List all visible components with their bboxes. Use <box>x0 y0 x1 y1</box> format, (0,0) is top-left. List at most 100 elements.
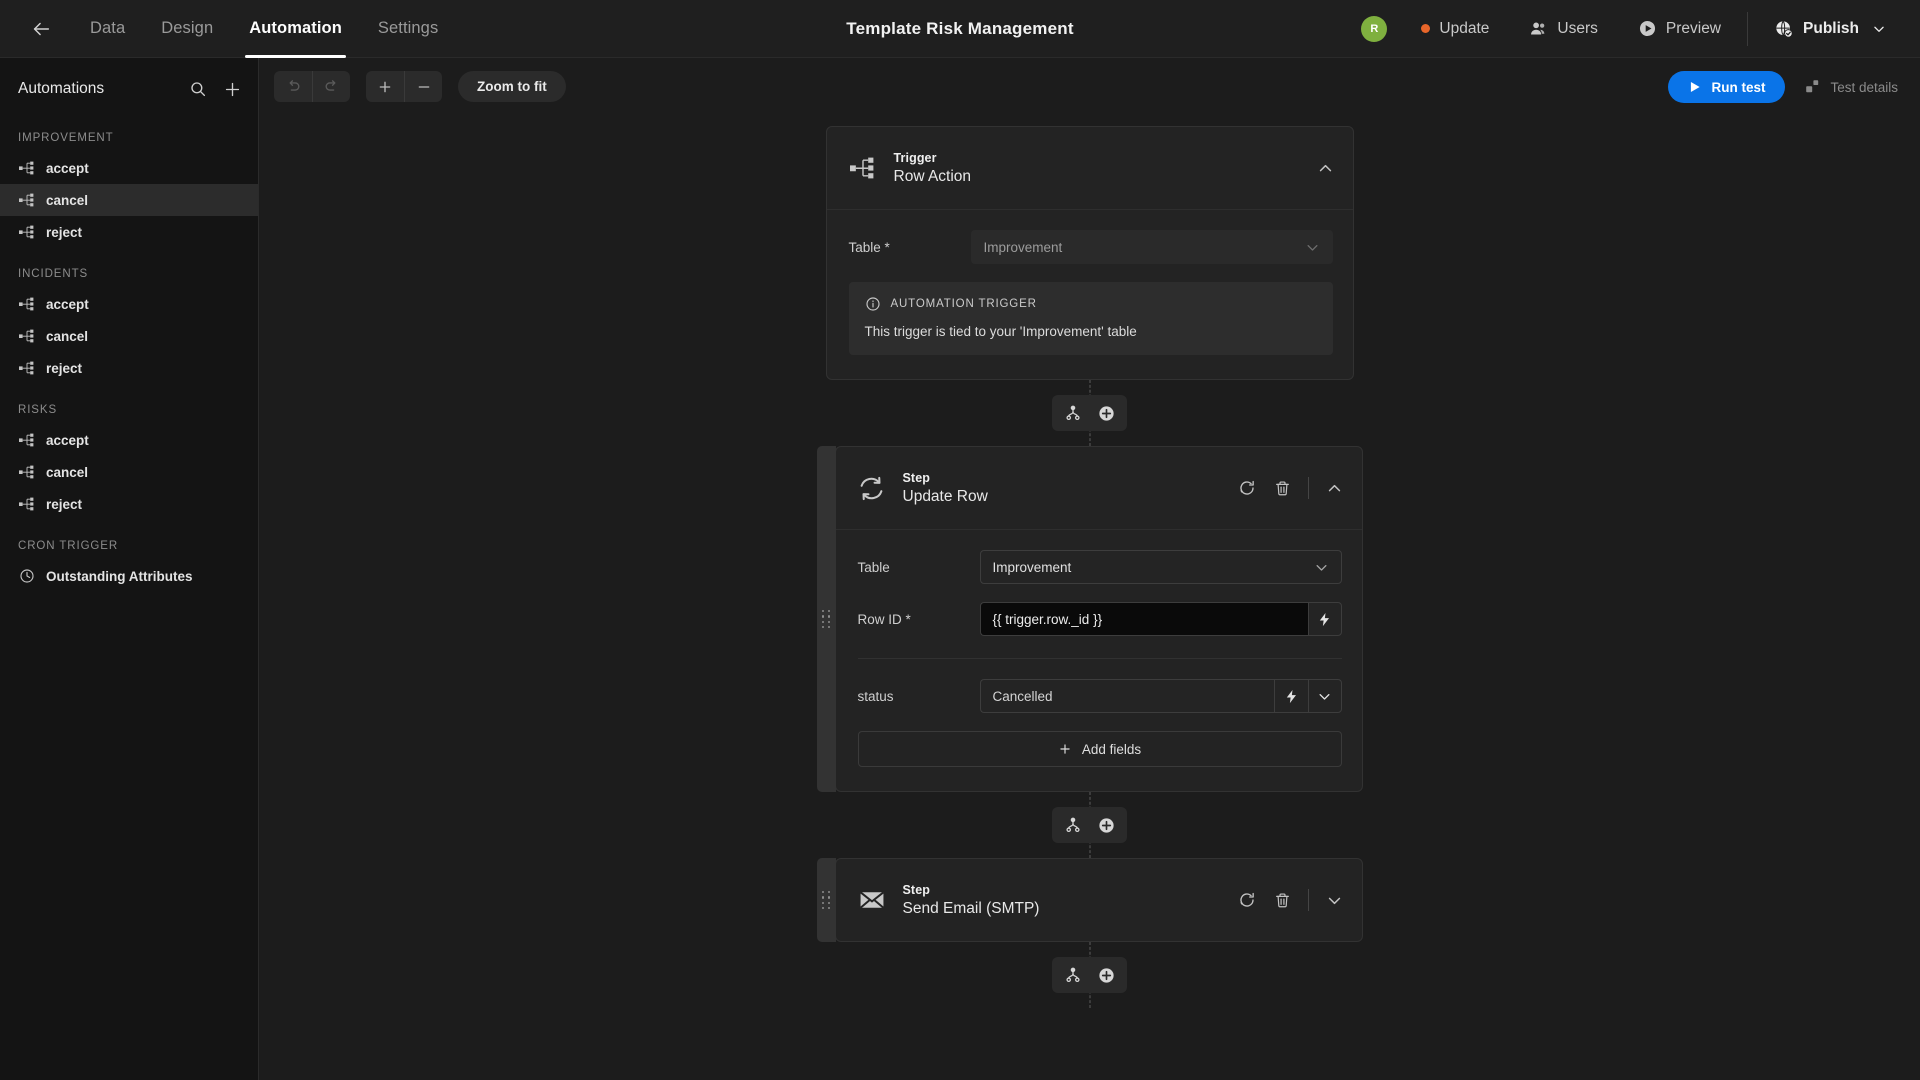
chevron-down-icon[interactable] <box>1325 891 1344 910</box>
step-update-row-body: Table Improvement Row ID * {{trigger.ro… <box>835 529 1362 791</box>
refresh-cycle-icon <box>858 474 886 502</box>
plus-circle-icon[interactable] <box>1096 965 1116 985</box>
step-status-dropdown-button[interactable] <box>1307 679 1342 713</box>
flow-branch-icon <box>18 296 35 313</box>
sidebar-group-label-improvement: IMPROVEMENT <box>18 132 114 144</box>
sidebar-item-incidents-accept[interactable]: accept <box>0 288 258 320</box>
undo-button[interactable] <box>274 71 312 102</box>
step-kind: Step <box>902 882 930 897</box>
step-drag-handle[interactable] <box>816 858 836 942</box>
step-name: Send Email (SMTP) <box>902 899 1040 917</box>
step-send-email-shell: Step Send Email (SMTP) <box>816 858 1363 942</box>
plus-circle-icon[interactable] <box>1096 815 1116 835</box>
sidebar-title: Automations <box>18 80 105 97</box>
sidebar-header-actions <box>188 79 242 99</box>
step-status-combo: Cancelled <box>979 679 1342 713</box>
redo-button[interactable] <box>312 71 350 102</box>
step-actions-divider <box>1307 889 1309 911</box>
connector-buttons-1 <box>1052 395 1127 431</box>
zoom-in-button[interactable] <box>366 71 404 102</box>
sidebar-item-label: reject <box>46 360 83 376</box>
step-table-select[interactable]: Improvement <box>979 550 1342 584</box>
sidebar-item-label: cancel <box>46 192 89 208</box>
step-update-row-titles: Step Update Row <box>903 471 988 506</box>
preview-button[interactable]: Preview <box>1626 13 1733 44</box>
zoom-out-button[interactable] <box>404 71 442 102</box>
sidebar-item-risks-reject[interactable]: reject <box>0 488 258 520</box>
sidebar-item-outstanding-attributes[interactable]: Outstanding Attributes <box>0 560 258 592</box>
trash-icon[interactable] <box>1273 479 1292 498</box>
chevron-down-icon <box>1305 240 1320 255</box>
step-rowid-control: {{ trigger.row._id }} <box>979 602 1342 636</box>
step-send-email-card[interactable]: Step Send Email (SMTP) <box>834 858 1363 942</box>
trigger-table-row: Table * Improvement <box>849 230 1333 264</box>
sidebar-group-label-cron: CRON TRIGGER <box>18 540 119 552</box>
sidebar-item-label: cancel <box>46 328 89 344</box>
avatar-initial: R <box>1370 22 1379 35</box>
automation-trigger-notice: AUTOMATION TRIGGER This trigger is tied … <box>848 282 1333 355</box>
step-rowid-binding-button[interactable] <box>1307 602 1342 636</box>
step-actions-divider <box>1307 477 1309 499</box>
sidebar-item-incidents-cancel[interactable]: cancel <box>0 320 258 352</box>
trigger-card-actions <box>1316 159 1335 178</box>
chevron-up-icon[interactable] <box>1325 479 1344 498</box>
tab-design[interactable]: Design <box>143 0 231 58</box>
trigger-table-value: Improvement <box>983 239 1063 255</box>
notice-header: AUTOMATION TRIGGER <box>865 296 1317 312</box>
step-drag-handle[interactable] <box>816 446 836 792</box>
tab-data[interactable]: Data <box>72 0 143 58</box>
zoom-to-fit-button[interactable]: Zoom to fit <box>458 71 566 102</box>
update-button[interactable]: Update <box>1409 14 1501 44</box>
plus-icon[interactable] <box>222 79 242 99</box>
rerun-icon[interactable] <box>1238 479 1257 498</box>
run-test-label: Run test <box>1711 79 1766 95</box>
step-rowid-combo: {{ trigger.row._id }} <box>979 602 1342 636</box>
branch-node-icon[interactable] <box>1063 403 1083 423</box>
tab-settings-label: Settings <box>377 19 439 37</box>
step-rowid-input[interactable]: {{ trigger.row._id }} <box>979 602 1308 636</box>
sidebar-item-risks-accept[interactable]: accept <box>0 424 258 456</box>
chevron-up-icon[interactable] <box>1316 159 1335 178</box>
tab-design-label: Design <box>161 19 214 37</box>
users-button[interactable]: Users <box>1517 13 1609 44</box>
back-button[interactable] <box>24 12 58 46</box>
rerun-icon[interactable] <box>1238 891 1257 910</box>
envelope-icon <box>858 886 886 914</box>
sidebar-item-label: reject <box>46 224 83 240</box>
tab-settings[interactable]: Settings <box>360 0 456 58</box>
sidebar-item-improvement-cancel[interactable]: cancel <box>0 184 258 216</box>
step-status-input[interactable]: Cancelled <box>979 679 1274 713</box>
step-update-row-header[interactable]: Step Update Row <box>836 447 1362 529</box>
trigger-card[interactable]: Trigger Row Action Table * Improvement A… <box>825 126 1354 380</box>
grip-dots-icon <box>821 609 831 629</box>
step-kind: Step <box>902 470 930 485</box>
trash-icon[interactable] <box>1273 891 1292 910</box>
trigger-card-header[interactable]: Trigger Row Action <box>827 127 1353 209</box>
step-send-email-header[interactable]: Step Send Email (SMTP) <box>836 859 1362 941</box>
connector-3 <box>259 942 1920 1008</box>
branch-node-icon[interactable] <box>1063 815 1083 835</box>
avatar[interactable]: R <box>1361 15 1388 42</box>
automation-canvas[interactable]: Zoom to fit Run test Test details Trigge… <box>259 58 1920 1080</box>
notice-body: This trigger is tied to your 'Improvemen… <box>864 324 1137 339</box>
plus-circle-icon[interactable] <box>1096 403 1116 423</box>
sidebar-item-label: accept <box>46 160 89 176</box>
branch-node-icon[interactable] <box>1063 965 1083 985</box>
step-status-value: Cancelled <box>992 688 1053 704</box>
sidebar-item-incidents-reject[interactable]: reject <box>0 352 258 384</box>
sidebar-item-improvement-accept[interactable]: accept <box>0 152 258 184</box>
tab-automation[interactable]: Automation <box>231 0 360 58</box>
run-test-button[interactable]: Run test <box>1668 71 1786 103</box>
flow-branch-icon <box>18 360 35 377</box>
sidebar-item-improvement-reject[interactable]: reject <box>0 216 258 248</box>
search-icon[interactable] <box>188 79 208 99</box>
sidebar-item-risks-cancel[interactable]: cancel <box>0 456 258 488</box>
lightning-icon <box>1284 689 1299 704</box>
test-details-button[interactable]: Test details <box>1805 79 1898 95</box>
step-status-binding-button[interactable] <box>1273 679 1308 713</box>
flow-branch-icon <box>18 328 35 345</box>
step-update-row-actions <box>1238 477 1344 499</box>
step-update-row-card[interactable]: Step Update Row Table Improvement Row ID… <box>834 446 1363 792</box>
publish-button[interactable]: Publish <box>1762 13 1898 45</box>
add-fields-button[interactable]: Add fields <box>857 731 1342 767</box>
